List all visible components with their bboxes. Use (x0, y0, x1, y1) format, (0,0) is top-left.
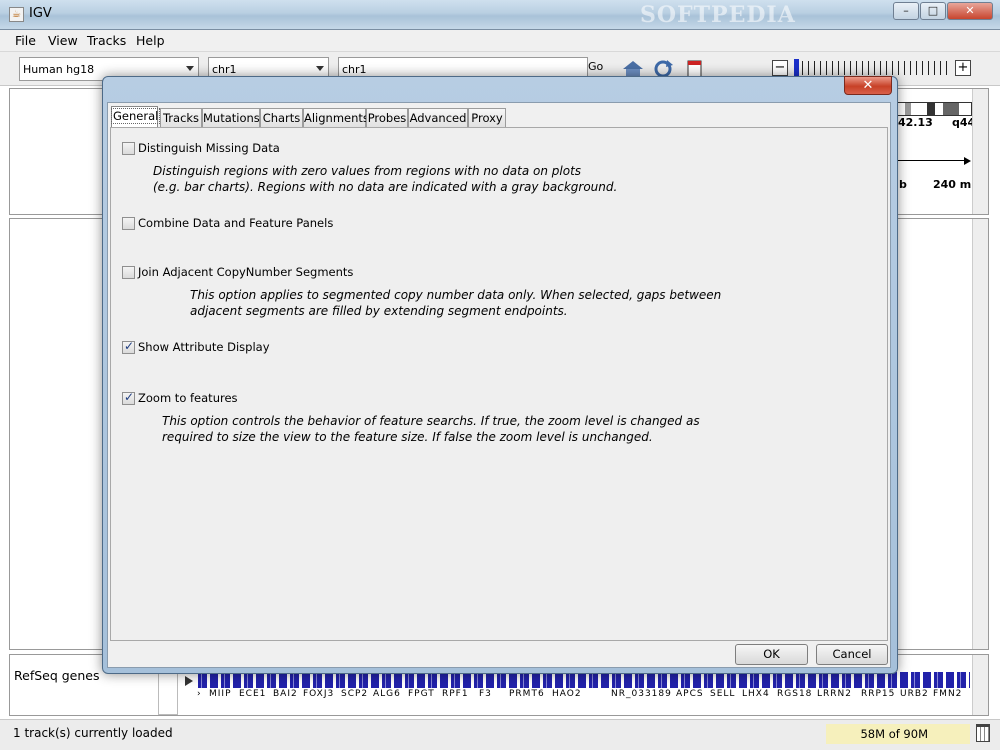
tab-advanced[interactable]: Advanced (408, 108, 468, 127)
memory-indicator: 58M of 90M (826, 724, 970, 744)
gene-label: NR_033189 (611, 689, 672, 699)
watermark: SOFTPEDIA (640, 2, 796, 28)
chromosome-ideogram[interactable] (896, 102, 972, 116)
window-title: IGV (29, 6, 52, 21)
tab-general[interactable]: General (110, 106, 161, 127)
zoom-in-button[interactable]: + (955, 60, 971, 76)
gene-label: APCS (676, 689, 704, 699)
join-segments-desc: This option applies to segmented copy nu… (190, 287, 721, 319)
desc-line: Distinguish regions with zero values fro… (153, 164, 582, 178)
trash-icon[interactable] (976, 724, 990, 742)
igv-app-icon: ☕ (9, 7, 24, 22)
locus-value: chr1 (342, 63, 367, 76)
tab-probes[interactable]: Probes (366, 108, 408, 127)
minimize-button[interactable]: – (893, 2, 919, 20)
distinguish-missing-data-label: Distinguish Missing Data (138, 141, 280, 155)
ruler-arrow-icon (964, 157, 971, 165)
gene-label: URB2 (900, 689, 929, 699)
go-button[interactable]: Go (588, 60, 603, 73)
zoom-to-features-label: Zoom to features (138, 391, 238, 405)
desc-line: required to size the view to the feature… (162, 430, 653, 444)
desc-line: adjacent segments are filled by extendin… (190, 304, 568, 318)
data-scrollbar[interactable] (972, 219, 988, 649)
chevron-down-icon (186, 66, 194, 71)
general-tab-content (110, 127, 888, 641)
track-name-refseq[interactable]: RefSeq genes (14, 668, 100, 683)
gene-label: BAI2 (273, 689, 298, 699)
combine-panels-label: Combine Data and Feature Panels (138, 216, 334, 230)
dialog-close-button[interactable]: ✕ (844, 76, 892, 95)
show-attribute-display-label: Show Attribute Display (138, 340, 270, 354)
tab-mutations[interactable]: Mutations (202, 108, 260, 127)
menu-bar: File View Tracks Help (0, 30, 1000, 52)
gene-label: PRMT6 (509, 689, 545, 699)
gene-label: › (197, 689, 202, 699)
tab-alignments[interactable]: Alignments (303, 108, 369, 127)
ok-button[interactable]: OK (735, 644, 808, 665)
chromosome-value: chr1 (212, 63, 237, 76)
zoom-slider[interactable] (796, 61, 948, 75)
join-segments-label: Join Adjacent CopyNumber Segments (138, 265, 354, 279)
combine-panels-checkbox[interactable] (122, 217, 135, 230)
zoom-to-features-desc: This option controls the behavior of fea… (162, 413, 700, 445)
chevron-down-icon (316, 66, 324, 71)
gene-label: F3 (479, 689, 492, 699)
zoom-slider-thumb[interactable] (794, 59, 799, 77)
gene-label: FMN2 (933, 689, 963, 699)
join-segments-checkbox[interactable] (122, 266, 135, 279)
desc-line: (e.g. bar charts). Regions with no data … (153, 180, 618, 194)
tab-charts[interactable]: Charts (260, 108, 303, 127)
gene-label: FOXJ3 (303, 689, 335, 699)
gene-label: SELL (710, 689, 736, 699)
gene-features[interactable] (198, 672, 970, 688)
gene-label: LHX4 (742, 689, 770, 699)
distinguish-missing-data-desc: Distinguish regions with zero values fro… (153, 163, 617, 195)
title-bar: ☕ IGV SOFTPEDIA – □ ✕ (0, 0, 1000, 30)
status-bar: 1 track(s) currently loaded 58M of 90M (0, 719, 1000, 750)
gene-label: RRP15 (861, 689, 896, 699)
status-message: 1 track(s) currently loaded (13, 726, 173, 740)
tab-tracks[interactable]: Tracks (160, 108, 202, 127)
gene-label: LRRN2 (817, 689, 852, 699)
menu-file[interactable]: File (15, 33, 36, 48)
ruler-line (898, 160, 968, 161)
menu-view[interactable]: View (48, 33, 78, 48)
desc-line: This option controls the behavior of fea… (162, 414, 700, 428)
gene-label: ECE1 (239, 689, 267, 699)
tab-label: General (110, 108, 161, 124)
maximize-button[interactable]: □ (920, 2, 946, 20)
gene-label: RPF1 (442, 689, 469, 699)
menu-help[interactable]: Help (136, 33, 165, 48)
expand-track-icon[interactable] (185, 676, 193, 686)
gene-label: HAO2 (552, 689, 582, 699)
genome-value: Human hg18 (23, 63, 95, 76)
feature-scrollbar[interactable] (972, 655, 988, 715)
gene-label: SCP2 (341, 689, 369, 699)
gene-label: MIIP (209, 689, 232, 699)
distinguish-missing-data-checkbox[interactable] (122, 142, 135, 155)
tab-proxy[interactable]: Proxy (468, 108, 506, 127)
gene-label: FPGT (408, 689, 435, 699)
header-scrollbar[interactable] (972, 89, 988, 214)
gene-label: ALG6 (373, 689, 401, 699)
zoom-to-features-checkbox[interactable] (122, 390, 135, 405)
cancel-button[interactable]: Cancel (816, 644, 888, 665)
gene-label: RGS18 (777, 689, 813, 699)
desc-line: This option applies to segmented copy nu… (190, 288, 722, 302)
zoom-out-button[interactable]: − (772, 60, 788, 76)
show-attribute-display-checkbox[interactable] (122, 339, 135, 354)
menu-tracks[interactable]: Tracks (87, 33, 126, 48)
band-label-left: 42.13 (898, 116, 933, 129)
ruler-scale-left: b (899, 178, 907, 191)
window-close-button[interactable]: ✕ (947, 2, 993, 20)
